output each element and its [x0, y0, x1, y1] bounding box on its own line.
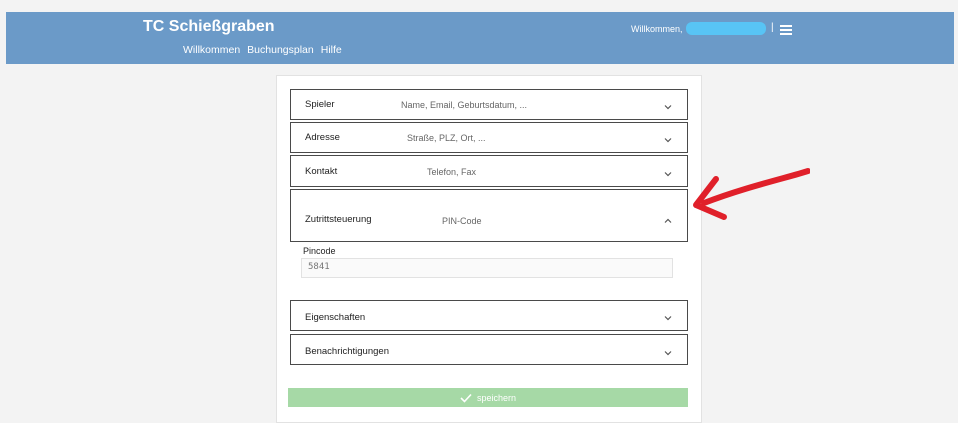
section-title: Kontakt — [305, 166, 338, 177]
nav-willkommen[interactable]: Willkommen — [183, 44, 240, 56]
section-subtitle: Straße, PLZ, Ort, ... — [407, 133, 486, 143]
section-zutrittsteuerung[interactable]: Zutrittsteuerung PIN-Code — [290, 189, 688, 242]
section-eigenschaften[interactable]: Eigenschaften — [290, 300, 688, 331]
section-title: Eigenschaften — [305, 312, 366, 323]
section-title: Adresse — [305, 132, 340, 143]
main-nav: Willkommen Buchungsplan Hilfe — [183, 44, 342, 56]
separator: | — [771, 22, 774, 33]
top-bar: TC Schießgraben Willkommen Buchungsplan … — [6, 12, 954, 64]
section-benachrichtigungen[interactable]: Benachrichtigungen — [290, 334, 688, 365]
brand-title[interactable]: TC Schießgraben — [143, 18, 275, 36]
pincode-label: Pincode — [303, 246, 336, 256]
chevron-down-icon — [663, 135, 673, 145]
section-subtitle: PIN-Code — [442, 216, 482, 226]
chevron-down-icon — [663, 348, 673, 358]
save-button-label: speichern — [476, 392, 517, 403]
section-title: Benachrichtigungen — [305, 346, 389, 357]
section-title: Spieler — [305, 99, 335, 110]
nav-buchungsplan[interactable]: Buchungsplan — [247, 44, 314, 56]
chevron-up-icon — [663, 216, 673, 226]
user-name-redacted — [686, 22, 766, 35]
section-adresse[interactable]: Adresse Straße, PLZ, Ort, ... — [290, 122, 688, 153]
section-title: Zutrittsteuerung — [305, 214, 372, 225]
nav-hilfe[interactable]: Hilfe — [321, 44, 342, 56]
welcome-text: Willkommen, — [631, 24, 683, 34]
save-button[interactable]: speichern — [288, 388, 688, 407]
chevron-down-icon — [663, 313, 673, 323]
chevron-down-icon — [663, 102, 673, 112]
hamburger-menu-icon[interactable] — [780, 25, 792, 35]
section-kontakt[interactable]: Kontakt Telefon, Fax — [290, 155, 688, 187]
section-subtitle: Name, Email, Geburtsdatum, ... — [401, 100, 528, 110]
section-subtitle: Telefon, Fax — [427, 167, 477, 177]
section-spieler[interactable]: Spieler Name, Email, Geburtsdatum, ... — [290, 89, 688, 120]
pincode-input[interactable]: 5841 — [301, 258, 673, 278]
checkmark-icon — [460, 393, 472, 403]
annotation-arrow-icon — [693, 168, 810, 220]
chevron-down-icon — [663, 169, 673, 179]
